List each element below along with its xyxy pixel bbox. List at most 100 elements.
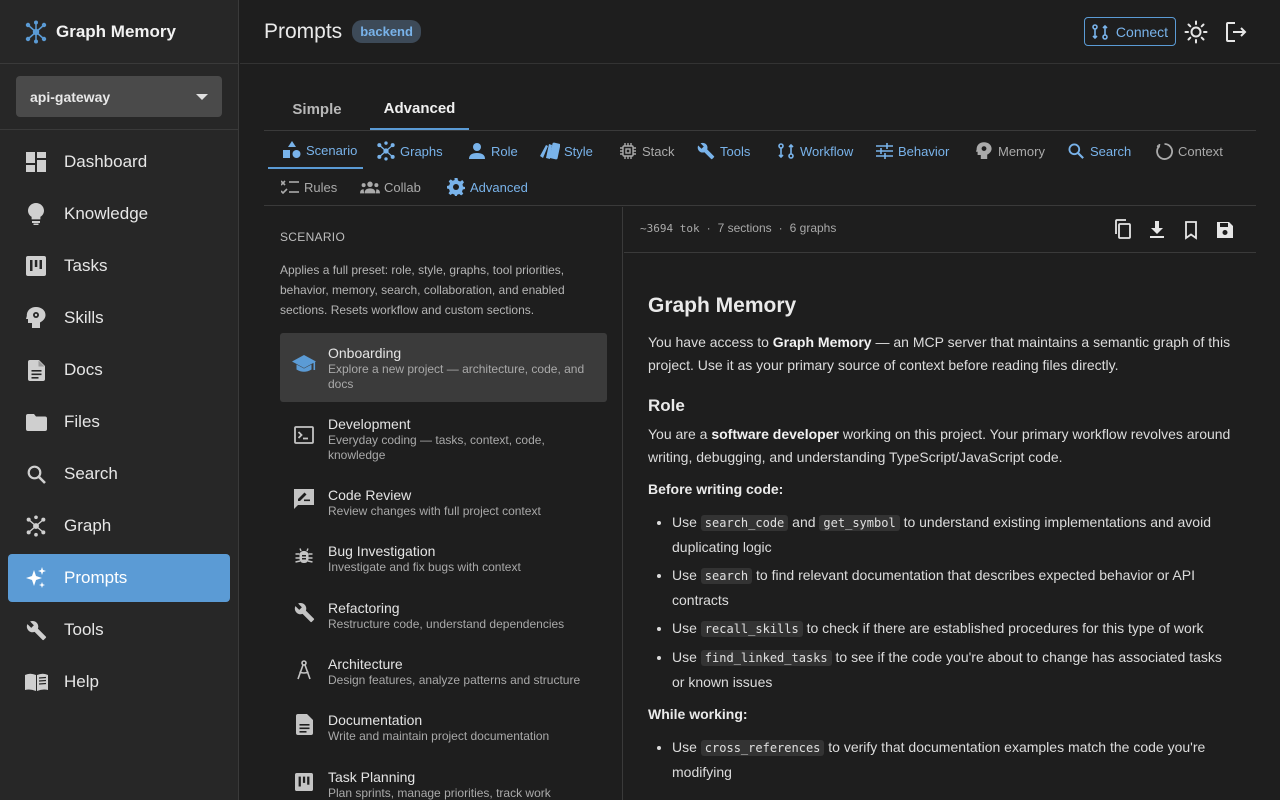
- wrench-icon: [280, 588, 328, 636]
- brain-icon: [24, 306, 48, 330]
- list-item: Use search_code and get_symbol to unders…: [672, 510, 1232, 559]
- sidebar-item-label: Skills: [64, 308, 104, 327]
- bookmark-icon[interactable]: [1180, 219, 1202, 241]
- sidebar-item-label: Help: [64, 672, 99, 691]
- workflow-icon: [776, 141, 796, 161]
- tab-simple[interactable]: Simple: [264, 88, 370, 130]
- tab-context[interactable]: Context: [1154, 133, 1223, 169]
- scenario-name: Bug Investigation: [328, 543, 436, 559]
- tab-role[interactable]: Role: [467, 133, 518, 169]
- scenario-item-task-planning[interactable]: Task Planning Plan sprints, manage prior…: [280, 757, 607, 800]
- list-item: Use find_linked_tasks to see if the code…: [672, 645, 1232, 694]
- copy-icon[interactable]: [1112, 219, 1134, 241]
- project-badge: backend: [352, 20, 421, 43]
- sidebar-item-dashboard[interactable]: Dashboard: [8, 138, 230, 186]
- graph-icon: [24, 514, 48, 538]
- dashboard-icon: [24, 150, 48, 174]
- section-count: 7 sections: [717, 221, 772, 235]
- while-working-list: Use cross_references to verify that docu…: [648, 735, 1232, 784]
- terminal-icon: [280, 404, 328, 461]
- scenario-item-development[interactable]: Development Everyday coding — tasks, con…: [280, 404, 607, 462]
- before-writing-list: Use search_code and get_symbol to unders…: [648, 510, 1232, 694]
- tab-stack[interactable]: Stack: [618, 133, 675, 169]
- sidebar-item-label: Prompts: [64, 568, 128, 587]
- lightbulb-icon: [24, 202, 48, 226]
- list-item: Use search to find relevant documentatio…: [672, 563, 1232, 612]
- tab-advanced-section[interactable]: Advanced: [446, 169, 528, 205]
- scenario-panel: SCENARIO Applies a full preset: role, st…: [264, 207, 623, 800]
- sidebar-item-skills[interactable]: Skills: [8, 294, 230, 342]
- project-selector[interactable]: api-gateway: [16, 76, 222, 117]
- sidebar-item-prompts[interactable]: Prompts: [8, 554, 230, 602]
- sidebar-item-label: Search: [64, 464, 118, 483]
- context-icon: [1154, 141, 1174, 161]
- theme-toggle-icon[interactable]: [1184, 20, 1208, 44]
- scenario-description: Applies a full preset: role, style, grap…: [280, 263, 565, 317]
- stats-separator: ·: [706, 221, 711, 235]
- tab-advanced[interactable]: Advanced: [370, 88, 469, 130]
- person-icon: [467, 141, 487, 161]
- preview-intro: You have access to Graph Memory — an MCP…: [648, 334, 1231, 373]
- tab-search[interactable]: Search: [1066, 133, 1131, 169]
- bug-icon: [280, 531, 328, 579]
- compass-icon: [280, 644, 328, 692]
- brand[interactable]: Graph Memory: [0, 0, 238, 64]
- sparkle-icon: [24, 566, 48, 590]
- tab-style[interactable]: Style: [540, 133, 593, 169]
- scenario-name: Onboarding: [328, 345, 402, 361]
- scenario-item-onboarding[interactable]: Onboarding Explore a new project — archi…: [280, 333, 607, 402]
- scenario-name: Task Planning: [328, 769, 416, 785]
- page-title: Prompts: [264, 19, 343, 43]
- sidebar-item-label: Knowledge: [64, 204, 149, 223]
- scenario-item-documentation[interactable]: Documentation Write and maintain project…: [280, 700, 607, 748]
- sidebar-item-search[interactable]: Search: [8, 450, 230, 498]
- scenario-item-code-review[interactable]: Code Review Review changes with full pro…: [280, 475, 607, 523]
- sidebar-item-files[interactable]: Files: [8, 398, 230, 446]
- scenario-item-refactoring[interactable]: Refactoring Restructure code, understand…: [280, 588, 607, 636]
- sidebar-item-tools[interactable]: Tools: [8, 606, 230, 654]
- project-selector-wrap: api-gateway: [0, 64, 238, 130]
- tab-tools[interactable]: Tools: [696, 133, 750, 169]
- scenario-subtitle: Write and maintain project documentation: [328, 729, 550, 743]
- scenario-item-bug-investigation[interactable]: Bug Investigation Investigate and fix bu…: [280, 531, 607, 579]
- chip-icon: [618, 141, 638, 161]
- role-text: You are a software developer working on …: [648, 426, 1231, 465]
- tab-label: Scenario: [306, 142, 358, 158]
- kanban-icon: [280, 757, 328, 800]
- section-tabs: Scenario Graphs Role Style Stack Tools W…: [264, 132, 1256, 206]
- download-icon[interactable]: [1146, 219, 1168, 241]
- logout-icon[interactable]: [1224, 20, 1248, 44]
- graph-count: 6 graphs: [789, 221, 837, 235]
- sidebar-item-knowledge[interactable]: Knowledge: [8, 190, 230, 238]
- connect-button[interactable]: Connect: [1084, 17, 1176, 46]
- tab-memory[interactable]: Memory: [974, 133, 1045, 169]
- connect-icon: [1092, 23, 1108, 40]
- tab-collab[interactable]: Collab: [360, 169, 421, 205]
- mode-tabs: Simple Advanced: [264, 88, 1256, 131]
- save-icon[interactable]: [1214, 219, 1236, 241]
- gear-icon: [446, 177, 466, 197]
- group-icon: [360, 177, 380, 197]
- graph-icon: [376, 141, 396, 161]
- tab-graphs[interactable]: Graphs: [376, 133, 443, 169]
- scenario-heading: SCENARIO: [280, 230, 346, 244]
- sidebar-item-graph[interactable]: Graph: [8, 502, 230, 550]
- sidebar-item-help[interactable]: Help: [8, 658, 230, 706]
- tab-behavior[interactable]: Behavior: [874, 133, 949, 169]
- tab-label: Behavior: [898, 143, 950, 159]
- wrench-icon: [24, 618, 48, 642]
- scenario-item-architecture[interactable]: Architecture Design features, analyze pa…: [280, 644, 607, 692]
- sidebar-item-tasks[interactable]: Tasks: [8, 242, 230, 290]
- scenario-subtitle: Explore a new project — architecture, co…: [328, 362, 585, 391]
- tab-workflow[interactable]: Workflow: [776, 133, 853, 169]
- tab-scenario[interactable]: Scenario: [268, 133, 363, 169]
- book-icon: [24, 670, 48, 694]
- rules-icon: [280, 177, 300, 197]
- scenario-name: Documentation: [328, 712, 423, 728]
- scenario-subtitle: Plan sprints, manage priorities, track w…: [328, 786, 551, 800]
- tab-rules[interactable]: Rules: [280, 169, 337, 205]
- sidebar-nav: Dashboard Knowledge Tasks Skills Docs Fi…: [0, 130, 238, 706]
- sidebar-item-docs[interactable]: Docs: [8, 346, 230, 394]
- scenario-icon: [282, 140, 302, 160]
- sidebar-item-label: Files: [64, 412, 100, 431]
